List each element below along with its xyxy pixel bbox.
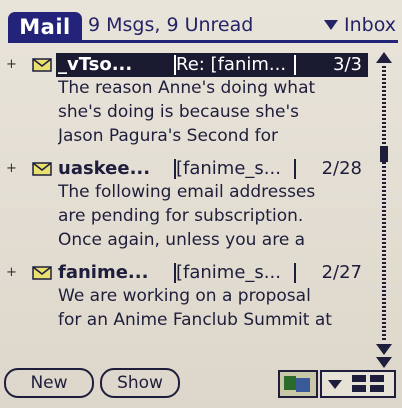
- dropdown-triangle-icon: [328, 380, 342, 389]
- view-toggle-button[interactable]: [320, 370, 396, 398]
- scrollbar[interactable]: [374, 52, 394, 372]
- message-preview: The reason Anne's doing what she's doing…: [58, 76, 364, 148]
- preview-line: are pending for subscription.: [58, 206, 304, 226]
- scroll-thumb[interactable]: [380, 146, 388, 162]
- message-sender: _vTso...: [58, 54, 133, 75]
- message-sender: fanime...: [58, 262, 149, 283]
- preview-line: for an Anime Fanclub Summit at: [58, 310, 332, 330]
- message-subject: [fanime_s...: [176, 262, 281, 283]
- message-subject: Re: [fanim...: [176, 54, 287, 75]
- preview-line: Jason Pagura's Second for: [58, 126, 279, 146]
- app-title[interactable]: Mail: [8, 12, 82, 42]
- dropdown-triangle-icon: [324, 20, 338, 30]
- folder-selector[interactable]: Inbox: [324, 14, 396, 36]
- message-row-3[interactable]: + fanime... [fanime_s... 2/27 We are wor…: [0, 260, 368, 336]
- message-sender: uaskee...: [58, 158, 151, 179]
- preview-line: The following email addresses: [58, 182, 316, 202]
- column-divider: [294, 159, 296, 179]
- header-divider: [8, 40, 398, 43]
- preview-line: We are working on a proposal: [58, 286, 311, 306]
- expand-plus-icon[interactable]: +: [6, 58, 17, 72]
- scroll-down-icon[interactable]: [376, 344, 392, 355]
- books-icon[interactable]: [278, 370, 318, 398]
- new-button[interactable]: New: [4, 368, 94, 398]
- preview-line: she's doing is because she's: [58, 102, 300, 122]
- message-row-1[interactable]: + _vTso... Re: [fanim... 3/3 The reason …: [0, 52, 368, 150]
- message-preview: The following email addresses are pendin…: [58, 180, 364, 252]
- mail-screen: Mail 9 Msgs, 9 Unread Inbox + _vTso... R…: [0, 0, 402, 408]
- scroll-track[interactable]: [382, 66, 386, 340]
- message-date: 2/28: [321, 158, 362, 179]
- scroll-up-icon[interactable]: [376, 52, 392, 63]
- message-row-2[interactable]: + uaskee... [fanime_s... 2/28 The follow…: [0, 156, 368, 254]
- preview-line: Once again, unless you are a: [58, 230, 306, 250]
- grid-icon: [352, 375, 388, 393]
- preview-line: The reason Anne's doing what: [58, 78, 316, 98]
- message-subject: [fanime_s...: [176, 158, 281, 179]
- column-divider: [294, 263, 296, 283]
- folder-label: Inbox: [344, 14, 396, 36]
- show-button[interactable]: Show: [100, 368, 180, 398]
- message-date: 3/3: [333, 54, 362, 75]
- expand-plus-icon[interactable]: +: [6, 266, 17, 280]
- envelope-icon: [32, 162, 52, 176]
- header-bar: Mail 9 Msgs, 9 Unread Inbox: [4, 10, 398, 43]
- message-count: 9 Msgs, 9 Unread: [88, 14, 254, 36]
- message-preview: We are working on a proposal for an Anim…: [58, 284, 364, 332]
- envelope-icon: [32, 58, 52, 72]
- expand-plus-icon[interactable]: +: [6, 162, 17, 176]
- message-date: 2/27: [321, 262, 362, 283]
- envelope-icon: [32, 266, 52, 280]
- message-list: + _vTso... Re: [fanim... 3/3 The reason …: [0, 52, 368, 354]
- scroll-down-icon[interactable]: [376, 357, 392, 368]
- column-divider: [294, 55, 296, 75]
